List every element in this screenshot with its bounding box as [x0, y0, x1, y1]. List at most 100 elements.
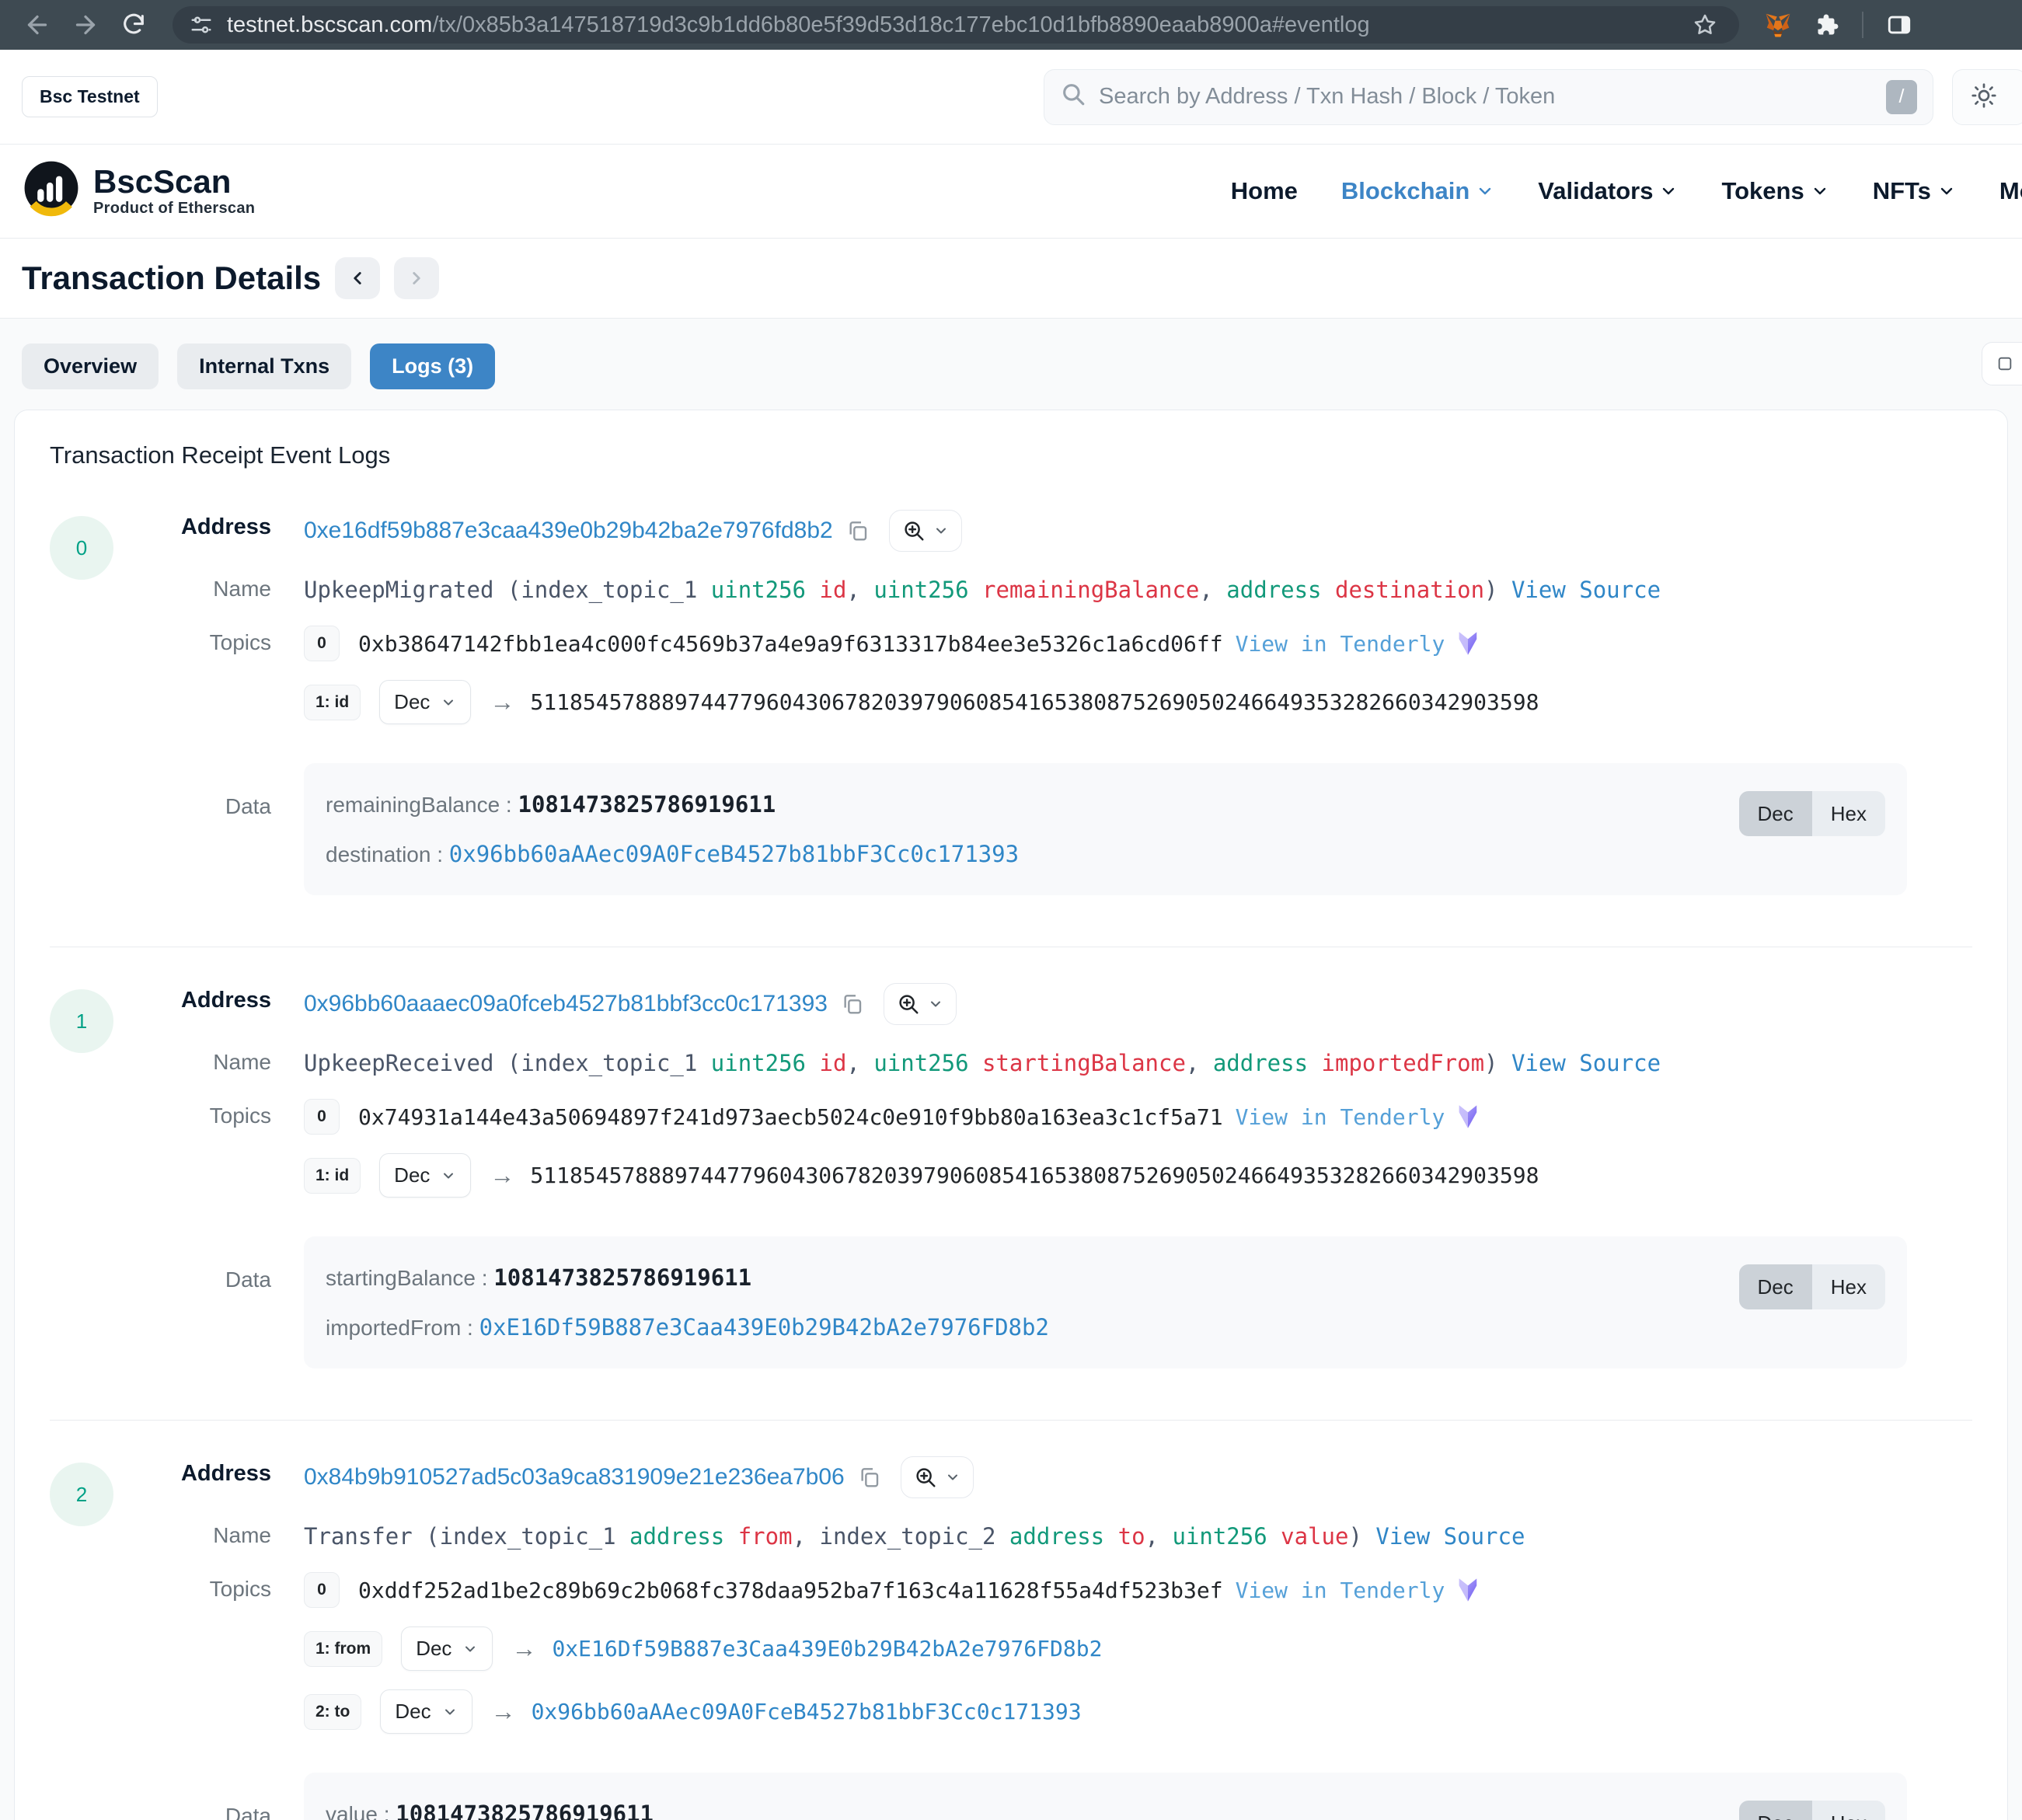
prev-transaction-button[interactable]	[335, 257, 380, 299]
copy-address-icon[interactable]	[845, 518, 870, 543]
signature-token	[1308, 1050, 1321, 1076]
side-panel-icon[interactable]	[1879, 5, 1919, 45]
log-rows: Address 0xe16df59b887e3caa439e0b29b42ba2e…	[170, 510, 1972, 915]
back-arrow-icon[interactable]	[17, 5, 58, 45]
address-label: Address	[170, 983, 271, 1013]
network-badge[interactable]: Bsc Testnet	[22, 76, 158, 117]
hex-toggle-button[interactable]: Hex	[1812, 1801, 1885, 1820]
address-zoom-button[interactable]	[889, 510, 962, 552]
search-bar[interactable]: /	[1044, 69, 1933, 125]
chevron-down-icon	[945, 1470, 960, 1485]
topic-format-select[interactable]: Dec	[379, 1153, 471, 1198]
metamask-icon[interactable]	[1758, 5, 1798, 45]
signature-token: uint256	[873, 1050, 968, 1076]
signature-token: from	[738, 1523, 793, 1550]
theme-toggle-button[interactable]	[1952, 69, 2022, 125]
data-field-value-link[interactable]: 0xE16Df59B887e3Caa439E0b29B42bA2e7976FD8…	[479, 1314, 1049, 1341]
topic-value-link[interactable]: 0x96bb60aAAec09A0FceB4527b81bbF3Cc0c1713…	[532, 1699, 1082, 1724]
log-index-badge: 2	[50, 1463, 113, 1526]
name-row: NameUpkeepReceived (index_topic_1 uint25…	[170, 1045, 1972, 1079]
address-zoom-button[interactable]	[901, 1456, 974, 1498]
reload-icon[interactable]	[113, 5, 154, 45]
topic-row: 2: to Dec → 0x96bb60aAAec09A0FceB4527b81bbF…	[304, 1689, 1972, 1734]
view-in-tenderly-link[interactable]: View in Tenderly	[1236, 1104, 1445, 1130]
brand[interactable]: BscScan Product of Etherscan	[22, 159, 255, 224]
signature-token: )	[1484, 577, 1511, 603]
topic-list: 00x74931a144e43a50694897f241d973aecb5024…	[304, 1099, 1972, 1216]
topic-value: 5118545788897447796043067820397906085416…	[530, 689, 1539, 715]
topic-format-select[interactable]: Dec	[380, 1689, 472, 1734]
topic-index-badge: 1: id	[304, 685, 361, 720]
data-label: Data	[170, 763, 271, 819]
tab-options-button[interactable]	[1982, 342, 2022, 385]
nav-item-more[interactable]: More	[1999, 177, 2022, 205]
log-index-badge: 1	[50, 989, 113, 1053]
dec-toggle-button[interactable]: Dec	[1739, 791, 1812, 836]
extensions-icon[interactable]	[1806, 5, 1846, 45]
address-link[interactable]: 0x84b9b910527ad5c03a9ca831909e21e236ea7b…	[304, 1464, 845, 1491]
dec-toggle-button[interactable]: Dec	[1739, 1801, 1812, 1820]
hex-toggle-button[interactable]: Hex	[1812, 791, 1885, 836]
topic-index-badge: 0	[304, 1099, 340, 1135]
page-title: Transaction Details	[22, 260, 321, 297]
topic-row: 00xb38647142fbb1ea4c000fc4569b37a4e9a9f6…	[304, 626, 1972, 661]
topics-label: Topics	[170, 1099, 271, 1128]
forward-arrow-icon[interactable]	[65, 5, 106, 45]
data-block: value : 1081473825786919611DecHex	[304, 1773, 1907, 1820]
topic-format-select[interactable]: Dec	[401, 1626, 493, 1671]
topic-index-badge: 2: to	[304, 1694, 361, 1730]
event-signature: Transfer (index_topic_1 address from, in…	[304, 1518, 1972, 1552]
bookmark-star-icon[interactable]	[1685, 5, 1725, 45]
right-arrow-icon: →	[491, 1697, 516, 1726]
site-info-icon[interactable]	[187, 10, 216, 40]
hex-toggle-button[interactable]: Hex	[1812, 1264, 1885, 1309]
view-in-tenderly-link[interactable]: View in Tenderly	[1236, 1578, 1445, 1603]
chevron-down-icon	[1811, 182, 1829, 200]
nav-item-tokens[interactable]: Tokens	[1721, 177, 1829, 205]
copy-address-icon[interactable]	[840, 992, 865, 1016]
nav-item-blockchain[interactable]: Blockchain	[1341, 177, 1494, 205]
next-transaction-button[interactable]	[394, 257, 439, 299]
nav-item-validators[interactable]: Validators	[1538, 177, 1678, 205]
main-nav: Home Blockchain Validators Tokens NFTs More	[1231, 177, 2022, 205]
address-bar[interactable]: testnet.bscscan.com/tx/0x85b3a147518719d…	[173, 6, 1739, 44]
address-link[interactable]: 0xe16df59b887e3caa439e0b29b42ba2e7976fd8…	[304, 518, 833, 544]
view-source-link[interactable]: View Source	[1375, 1523, 1525, 1550]
url-host: testnet.bscscan.com	[227, 12, 432, 37]
name-label: Name	[170, 572, 271, 601]
nav-item-label: Home	[1231, 177, 1298, 205]
data-field-value: 1081473825786919611	[396, 1801, 654, 1820]
tabs-row: Overview Internal Txns Logs (3)	[0, 319, 2022, 389]
chevron-down-icon	[441, 695, 456, 710]
address-content: 0x84b9b910527ad5c03a9ca831909e21e236ea7b…	[304, 1456, 1972, 1498]
tab-overview[interactable]: Overview	[22, 343, 159, 389]
topic-value-link[interactable]: 0xE16Df59B887e3Caa439E0b29B42bA2e7976FD8…	[552, 1636, 1102, 1661]
topic-row: 00x74931a144e43a50694897f241d973aecb5024…	[304, 1099, 1972, 1135]
data-field: importedFrom : 0xE16Df59B887e3Caa439E0b2…	[326, 1314, 1716, 1341]
signature-token	[1267, 1523, 1281, 1550]
tenderly-icon	[1454, 1576, 1482, 1604]
tab-logs-3-[interactable]: Logs (3)	[370, 343, 495, 389]
nav-item-home[interactable]: Home	[1231, 177, 1298, 205]
address-zoom-button[interactable]	[884, 983, 957, 1025]
view-source-link[interactable]: View Source	[1511, 1050, 1661, 1076]
address-label: Address	[170, 510, 271, 540]
data-field-value: 1081473825786919611	[518, 791, 776, 818]
address-row: Address 0x96bb60aaaec09a0fceb4527b81bbf3c…	[170, 983, 1972, 1025]
search-input[interactable]	[1099, 84, 1874, 110]
nav-item-nfts[interactable]: NFTs	[1873, 177, 1956, 205]
nav-item-label: Validators	[1538, 177, 1653, 205]
view-source-link[interactable]: View Source	[1511, 577, 1661, 603]
copy-address-icon[interactable]	[857, 1465, 882, 1490]
topic-format-select[interactable]: Dec	[379, 680, 471, 724]
topic-row: 1: id Dec → 5118545788897447796043067820397…	[304, 680, 1972, 724]
dec-toggle-button[interactable]: Dec	[1739, 1264, 1812, 1309]
address-link[interactable]: 0x96bb60aaaec09a0fceb4527b81bbf3cc0c1713…	[304, 991, 828, 1017]
data-field-value-link[interactable]: 0x96bb60aAAec09A0FceB4527b81bbF3Cc0c1713…	[449, 841, 1019, 867]
right-arrow-icon: →	[490, 688, 514, 716]
view-in-tenderly-link[interactable]: View in Tenderly	[1236, 631, 1445, 657]
data-label: Data	[170, 1773, 271, 1820]
signature-token: ,	[846, 1050, 873, 1076]
tab-internal-txns[interactable]: Internal Txns	[177, 343, 351, 389]
chevron-down-icon	[928, 996, 943, 1012]
